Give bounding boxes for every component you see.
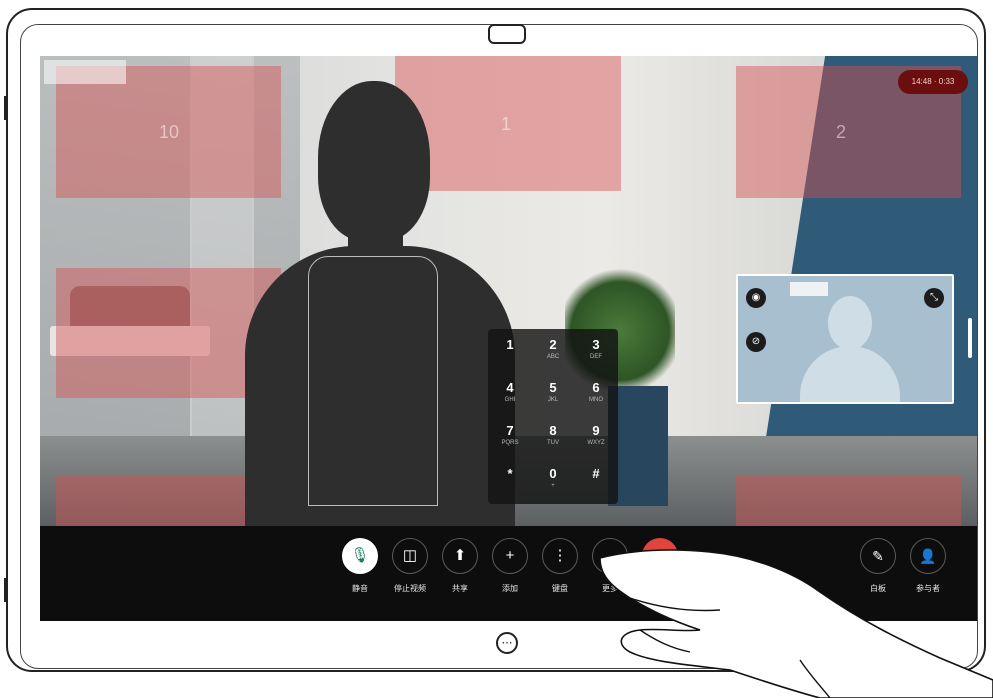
remote-participant-shirt [308,256,438,506]
keypad-key[interactable]: 4 GHI [490,374,530,414]
self-view-head [828,296,872,350]
keypad-key[interactable]: 9 WXYZ [576,417,616,457]
zone [736,476,961,526]
zone-number: 1 [501,114,512,134]
keypad-key[interactable]: 2 ABC [533,331,573,371]
keypad-key[interactable]: 0 + [533,460,573,500]
call-info-label [44,60,126,84]
more-label: 更多 [602,584,618,593]
participants-label: 参与者 [916,584,940,593]
zone: 10 [56,66,281,198]
keypad-button[interactable]: ⋮ [542,538,578,574]
mute-button[interactable]: 🎙 [342,538,378,574]
annotate-label: 白板 [870,584,886,593]
share-icon: ⬆ [453,547,467,564]
keypad-label: 键盘 [552,584,568,593]
keypad-key[interactable]: 6 MNO [576,374,616,414]
camera-icon [488,24,526,44]
add-label: 添加 [502,584,518,593]
more-button[interactable]: … [592,538,628,574]
stop-video-button[interactable]: ◫ [392,538,428,574]
share-label: 共享 [452,584,468,593]
end-call-icon: ✕ [654,549,666,563]
video-camera-icon: ◫ [402,547,418,564]
call-control-bar: 🎙 静音 ◫ 停止视频 ⬆ 共享 + 添加 ⋮ 键盘 … 更多 ✕ ✎ 白板 👤… [40,526,977,621]
plus-icon: + [505,547,515,564]
side-button [4,578,8,602]
end-call-button[interactable]: ✕ [642,538,678,574]
share-button[interactable]: ⬆ [442,538,478,574]
self-view-drag-handle[interactable] [968,318,972,358]
pen-icon: ✎ [872,548,884,564]
keypad-icon: ⋮ [552,547,568,564]
keypad-key[interactable]: * [490,460,530,500]
side-button [4,96,8,120]
keypad-key[interactable]: 5 JKL [533,374,573,414]
microphone-icon: 🎙 [350,547,370,564]
self-view-menu-icon[interactable]: ◉ [746,288,766,308]
video-call-screen: 10 1 2 14:48 · 0:33 1 2 ABC 3 DEF 4 GHI 5 JK… [40,56,977,621]
keypad-key[interactable]: 7 PQRS [490,417,530,457]
self-view-silhouette [800,346,900,402]
participants-button[interactable]: 👤 [910,538,946,574]
mute-label: 静音 [352,584,368,593]
keypad-key[interactable]: 3 DEF [576,331,616,371]
remote-participant-head [318,81,430,241]
self-view-window[interactable]: ◉ ⊘ ⤡ [736,274,954,404]
minimize-icon[interactable]: ⤡ [924,288,944,308]
more-icon: … [602,547,618,564]
keypad-key[interactable]: 1 [490,331,530,371]
zone-number: 2 [836,122,847,142]
self-view-label [790,282,828,296]
stop-video-label: 停止视频 [394,584,426,593]
dial-keypad: 1 2 ABC 3 DEF 4 GHI 5 JKL 6 MNO 7 PQRS 8 TUV 9W… [488,329,618,504]
grid-home-icon[interactable]: ⋯ [496,632,518,654]
annotate-button[interactable]: ✎ [860,538,896,574]
keypad-key[interactable]: 8 TUV [533,417,573,457]
keypad-key[interactable]: # [576,460,616,500]
call-timer[interactable]: 14:48 · 0:33 [898,70,968,94]
add-button[interactable]: + [492,538,528,574]
zone-number: 10 [159,122,180,142]
mute-self-view-icon[interactable]: ⊘ [746,332,766,352]
person-icon: 👤 [919,548,937,564]
